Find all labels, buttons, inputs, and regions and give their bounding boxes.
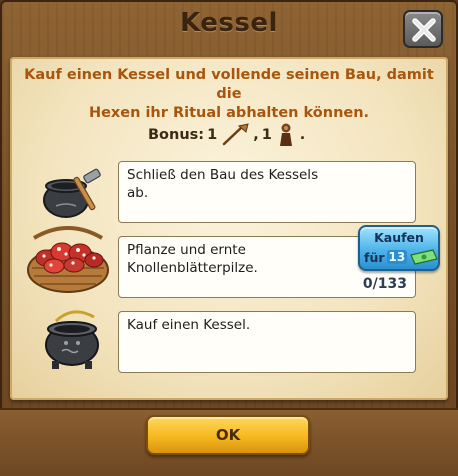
buy-price-value: 13 [386,250,408,264]
buy-button-price: für 13 [364,249,439,265]
dialog-title: Kessel [180,8,278,38]
buy-button[interactable]: Kaufen für 13 [358,225,440,271]
task1-text-line1: Schließ den Bau des Kessels [127,167,319,183]
task-3: Kauf einen Kessel. [118,311,416,373]
bonus-label: Bonus: [148,127,205,143]
buy-price-prefix: für [364,249,385,265]
bonus-separator: , [253,127,259,143]
task-1: Schließ den Bau des Kessels ab. [118,161,416,223]
bonus-end: . [299,127,306,143]
banknote-icon [410,249,439,265]
bonus-row: Bonus: 1 , 1 . [148,122,305,148]
cauldron-icon [45,310,99,369]
ok-button[interactable]: OK [146,415,310,455]
broom-icon [222,123,249,146]
task1-text-line2: ab. [127,185,149,201]
task3-icon [38,303,108,377]
task1-icon [38,162,102,226]
mushroom-basket-icon [27,226,109,293]
quest-description: Kauf einen Kessel und vollende seinen Ba… [20,66,438,123]
bonus-item2-count: 1 [261,127,272,143]
close-x-icon [412,18,436,42]
description-line-1: Kauf einen Kessel und vollende seinen Ba… [24,67,434,102]
buy-button-label: Kaufen [374,230,424,245]
task3-text-line1: Kauf einen Kessel. [127,317,251,333]
task2-icon [24,226,112,300]
cauldron-hammer-icon [43,168,101,218]
close-button[interactable] [403,10,443,48]
description-line-2: Hexen ihr Ritual abhalten können. [88,105,370,121]
witch-figure-icon [279,123,292,146]
bonus-item1-count: 1 [207,127,218,143]
task2-progress: 0/133 [362,276,407,292]
title-bar: Kessel [0,0,458,52]
